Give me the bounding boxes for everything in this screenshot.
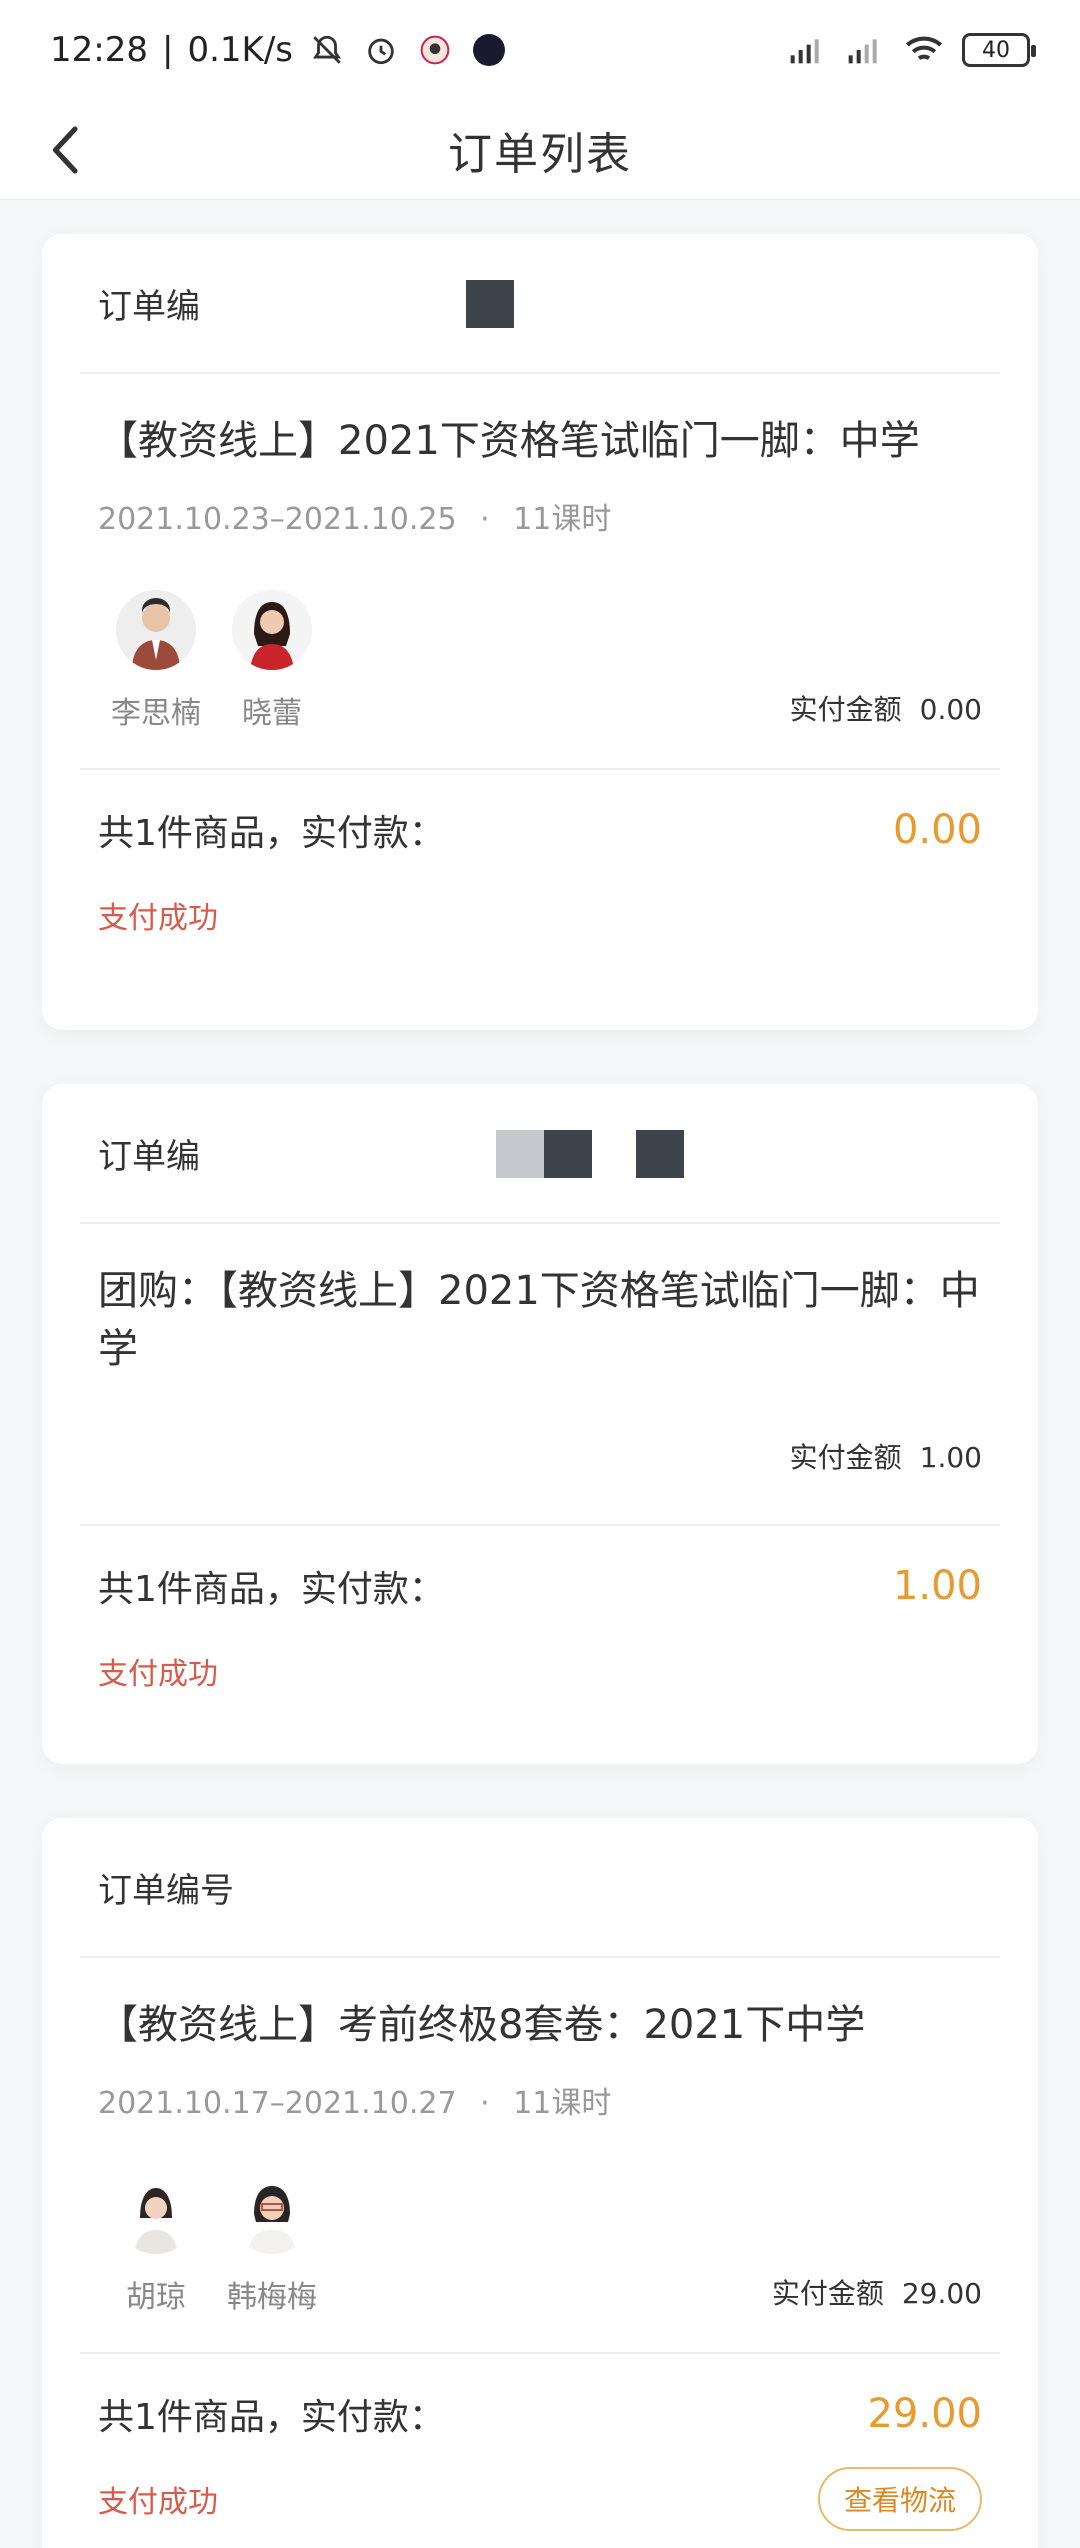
course-date-range: 2021.10.17–2021.10.27 bbox=[98, 2086, 457, 2121]
order-number-row: 订单编号 bbox=[80, 1818, 1000, 1958]
view-logistics-button[interactable]: 查看物流 bbox=[817, 2467, 982, 2531]
avatar bbox=[116, 2174, 196, 2254]
paid-amount-value: 0.00 bbox=[919, 693, 982, 726]
teacher-name: 晓蕾 bbox=[242, 696, 302, 731]
nav-bar: 订单列表 bbox=[0, 100, 1080, 200]
teacher: 李思楠 bbox=[98, 590, 214, 732]
teacher-name: 李思楠 bbox=[111, 696, 201, 731]
status-divider: | bbox=[161, 30, 174, 70]
teacher: 胡琼 bbox=[98, 2174, 214, 2316]
redaction-block bbox=[544, 1130, 592, 1178]
status-bar: 12:28 | 0.1K/s 40 bbox=[0, 0, 1080, 100]
teacher-name: 胡琼 bbox=[126, 2280, 186, 2315]
course-meta: 2021.10.23–2021.10.25 · 11课时 bbox=[98, 494, 982, 538]
redaction-block bbox=[466, 280, 514, 328]
summary-label: 共1件商品，实付款： bbox=[98, 1569, 445, 1610]
order-card[interactable]: 订单编号 【教资线上】考前终极8套卷：2021下中学 2021.10.17–20… bbox=[42, 1818, 1038, 2548]
course-meta: 2021.10.17–2021.10.27 · 11课时 bbox=[98, 2078, 982, 2122]
avatar bbox=[232, 2174, 312, 2254]
course-title[interactable]: 团购：【教资线上】2021下资格笔试临门一脚：中学 bbox=[98, 1262, 998, 1378]
paid-amount-value: 29.00 bbox=[901, 2277, 982, 2310]
order-summary: 共1件商品，实付款： 29.00 bbox=[42, 2354, 1038, 2474]
teacher-row: 李思楠 晓蕾 实付金额 0.00 bbox=[98, 590, 982, 732]
status-row: 支付成功 查看物流 bbox=[42, 2467, 1038, 2531]
teacher-name: 韩梅梅 bbox=[227, 2280, 317, 2315]
course-lessons: 11课时 bbox=[513, 2086, 612, 2121]
summary-label: 共1件商品，实付款： bbox=[98, 2397, 445, 2438]
course-title[interactable]: 【教资线上】考前终极8套卷：2021下中学 bbox=[98, 1996, 982, 2054]
bell-off-icon bbox=[307, 30, 347, 70]
course-title[interactable]: 【教资线上】2021下资格笔试临门一脚：中学 bbox=[98, 412, 982, 470]
chevron-left-icon bbox=[52, 126, 78, 174]
summary-total: 29.00 bbox=[867, 2391, 982, 2437]
paid-amount-label: 实付金额 bbox=[789, 1441, 902, 1474]
summary-label: 共1件商品，实付款： bbox=[98, 813, 445, 854]
status-time: 12:28 bbox=[50, 30, 148, 70]
course-date-range: 2021.10.23–2021.10.25 bbox=[98, 502, 457, 537]
teacher: 晓蕾 bbox=[214, 590, 330, 732]
avatar bbox=[232, 590, 312, 670]
meta-separator: · bbox=[480, 2086, 490, 2121]
order-number-row: 订单编 bbox=[80, 1084, 1000, 1224]
alarm-icon bbox=[361, 30, 401, 70]
back-button[interactable] bbox=[36, 120, 96, 180]
paid-amount: 实付金额 29.00 bbox=[772, 2272, 982, 2312]
status-row: 支付成功 bbox=[42, 890, 1038, 940]
paid-amount-value: 1.00 bbox=[919, 1441, 982, 1474]
order-card[interactable]: 订单编 团购：【教资线上】2021下资格笔试临门一脚：中学 实付金额 1.00 共… bbox=[42, 1084, 1038, 1764]
order-card[interactable]: 订单编 【教资线上】2021下资格笔试临门一脚：中学 2021.10.23–20… bbox=[42, 234, 1038, 1030]
paid-row: 实付金额 1.00 bbox=[98, 1378, 982, 1498]
status-row: 支付成功 bbox=[42, 1646, 1038, 1696]
course-lessons: 11课时 bbox=[513, 502, 612, 537]
order-number-row: 订单编 bbox=[80, 234, 1000, 374]
summary-total: 1.00 bbox=[892, 1563, 982, 1609]
avatar bbox=[116, 590, 196, 670]
meta-separator: · bbox=[480, 502, 490, 537]
paid-amount-label: 实付金额 bbox=[771, 2277, 884, 2310]
payment-status: 支付成功 bbox=[98, 1657, 218, 1692]
payment-status: 支付成功 bbox=[98, 2485, 218, 2520]
battery-icon: 40 bbox=[962, 33, 1036, 67]
app-icon bbox=[415, 30, 455, 70]
order-summary: 共1件商品，实付款： 0.00 bbox=[42, 770, 1038, 890]
redaction-block bbox=[496, 1130, 544, 1178]
paid-amount-label: 实付金额 bbox=[789, 693, 902, 726]
page-title: 订单列表 bbox=[448, 128, 632, 180]
tiktok-icon bbox=[469, 30, 509, 70]
paid-amount: 实付金额 0.00 bbox=[790, 688, 982, 728]
teacher-row: 胡琼 韩梅梅 实付金额 29.00 bbox=[98, 2174, 982, 2316]
signal-hd-icon bbox=[788, 30, 828, 70]
signal-hd-icon bbox=[846, 30, 886, 70]
summary-total: 0.00 bbox=[892, 807, 982, 853]
status-net-speed: 0.1K/s bbox=[187, 30, 293, 70]
order-number-label: 订单编号 bbox=[98, 1870, 234, 1911]
order-summary: 共1件商品，实付款： 1.00 bbox=[42, 1526, 1038, 1646]
order-number-label: 订单编 bbox=[98, 1136, 200, 1177]
teacher: 韩梅梅 bbox=[214, 2174, 330, 2316]
redaction-block bbox=[636, 1130, 684, 1178]
order-number-label: 订单编 bbox=[98, 286, 200, 327]
paid-amount: 实付金额 1.00 bbox=[790, 1436, 982, 1476]
wifi-icon bbox=[904, 30, 944, 70]
payment-status: 支付成功 bbox=[98, 901, 218, 936]
